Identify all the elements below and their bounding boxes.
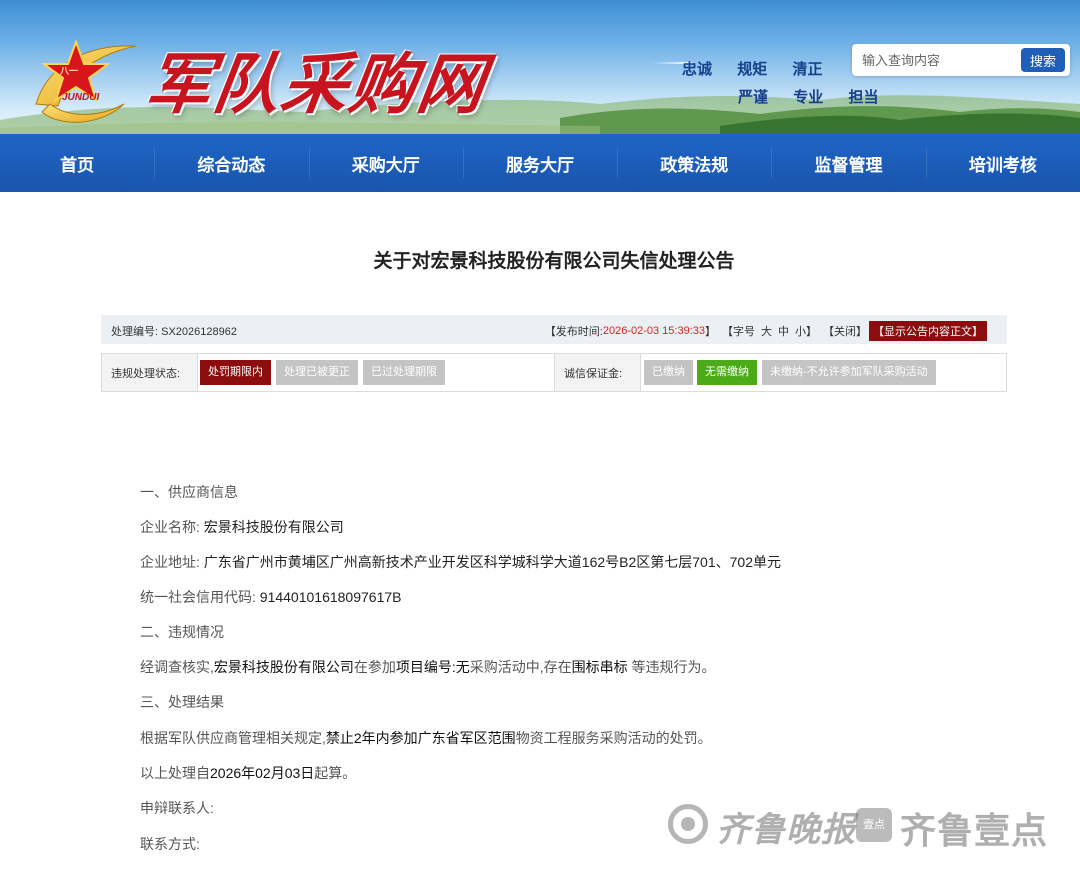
company-name-value: 宏景科技股份有限公司 <box>203 519 344 535</box>
watermark-text-app: 齐鲁壹点 <box>900 810 1049 851</box>
deposit-tag-paid: 已缴纳 <box>644 360 693 385</box>
credit-code-label: 统一社会信用代码: <box>140 589 256 605</box>
status-table: 违规处理状态: 处罚期限内 处理已被更正 已过处理期限 诚信保证金: 已缴纳 无… <box>101 353 1007 392</box>
notice-number-label: 处理编号: <box>111 326 159 338</box>
page-title: 关于对宏景科技股份有限公司失信处理公告 <box>373 251 735 272</box>
watermark: 齐鲁晚报 壹点 齐鲁壹点 <box>668 800 1048 851</box>
slogan-item: 专业 <box>793 88 824 106</box>
font-large-link[interactable]: 大 <box>761 323 772 339</box>
site-logo-text[interactable]: 军队采购网 <box>140 44 492 124</box>
search-input[interactable] <box>852 44 1018 76</box>
nav-item-home[interactable]: 首页 <box>0 134 154 192</box>
slogan-row-1: 忠诚 规矩 清正 <box>682 58 843 79</box>
deposit-label: 诚信保证金: <box>555 354 640 391</box>
violation-tag-corrected: 处理已被更正 <box>276 360 358 385</box>
search-box: 搜索 <box>852 44 1070 76</box>
watermark-text-newspaper: 齐鲁晚报 <box>716 810 856 850</box>
company-name-row: 企业名称: 宏景科技股份有限公司 <box>140 517 344 537</box>
violation-text: 经调查核实, <box>140 659 214 675</box>
slogan-item: 忠诚 <box>682 60 713 78</box>
emblem-text: JUNDUI <box>62 92 100 103</box>
watermark-logo-icon <box>668 804 708 844</box>
emblem-star-text: 八一 <box>60 66 79 76</box>
nav-item-procurement-hall[interactable]: 采购大厅 <box>308 134 463 192</box>
nav-item-supervision[interactable]: 监督管理 <box>771 134 925 192</box>
violation-tag-expired: 已过处理期限 <box>363 360 445 385</box>
violation-project-number: 项目编号:无 <box>395 659 470 675</box>
deposit-tag-not-required: 无需缴纳 <box>697 360 757 385</box>
nav-item-service-hall[interactable]: 服务大厅 <box>462 134 617 192</box>
font-small-link[interactable]: 小 <box>795 323 806 339</box>
company-name-label: 企业名称: <box>140 519 200 535</box>
close-link[interactable]: 【关闭】 <box>823 323 867 339</box>
font-size-close: 】 <box>806 326 817 338</box>
credit-code-value: 91440101618097617B <box>259 589 402 605</box>
violation-text: 在参加 <box>353 659 396 675</box>
result-paragraph: 根据军队供应商管理相关规定,禁止2年内参加广东省军区范围物资工程服务采购活动的处… <box>140 728 712 748</box>
nav-item-training[interactable]: 培训考核 <box>925 134 1080 192</box>
result-penalty: 禁止2年内参加广东省军区范围 <box>325 730 516 746</box>
violation-text: 等违规行为。 <box>627 659 716 675</box>
notice-meta-bar: 处理编号: SX2026128962 【发布时间: 2026-02-03 15:… <box>101 315 1007 344</box>
deposit-tag-unpaid: 未缴纳-不允许参加军队采购活动 <box>762 360 936 385</box>
search-button[interactable]: 搜索 <box>1021 48 1065 72</box>
slogan-item: 严谨 <box>738 88 769 106</box>
font-medium-link[interactable]: 中 <box>778 323 789 339</box>
notice-number: 处理编号: SX2026128962 <box>111 323 237 339</box>
company-address-row: 企业地址: 广东省广州市黄埔区广州高新技术产业开发区科学城科学大道162号B2区… <box>140 552 781 572</box>
violation-company: 宏景科技股份有限公司 <box>213 659 354 675</box>
nav-item-news[interactable]: 综合动态 <box>154 134 308 192</box>
violation-text: 采购活动中,存在 <box>469 659 572 675</box>
army-emblem-icon <box>35 39 137 123</box>
violation-tag-active: 处罚期限内 <box>200 360 271 385</box>
violation-paragraph: 经调查核实,宏景科技股份有限公司在参加项目编号:无采购活动中,存在围标串标 等违… <box>140 657 716 677</box>
company-address-value: 广东省广州市黄埔区广州高新技术产业开发区科学城科学大道162号B2区第七层701… <box>203 554 781 570</box>
section-supplier-info: 一、供应商信息 <box>140 484 238 500</box>
notice-meta-actions: 【发布时间: 2026-02-03 15:39:33 】 【字号 大 中 小 】… <box>545 321 987 341</box>
font-size-label: 【字号 <box>722 326 755 338</box>
show-content-button[interactable]: 【显示公告内容正文】 <box>869 321 987 341</box>
nav-item-policy[interactable]: 政策法规 <box>617 134 771 192</box>
publish-close: 】 <box>705 326 716 338</box>
main-nav: 首页 综合动态 采购大厅 服务大厅 政策法规 监督管理 培训考核 <box>0 134 1080 192</box>
slogan-item: 担当 <box>848 88 879 106</box>
publish-time: 2026-02-03 15:39:33 <box>602 325 705 337</box>
section-violation: 二、违规情况 <box>140 624 224 640</box>
section-result: 三、处理结果 <box>140 694 224 710</box>
company-address-label: 企业地址: <box>140 554 200 570</box>
start-date: 2026年02月03日 <box>210 765 315 781</box>
notice-number-value: SX2026128962 <box>161 326 237 338</box>
contact-method-label: 联系方式: <box>140 836 200 852</box>
publish-label: 【发布时间: <box>544 326 603 338</box>
violation-type: 围标串标 <box>571 659 628 675</box>
slogan-row-2: 严谨 专业 担当 <box>738 86 899 107</box>
start-text: 起算。 <box>314 765 357 781</box>
violation-status-label: 违规处理状态: <box>102 354 197 391</box>
start-text: 以上处理自 <box>140 765 210 781</box>
result-text: 根据军队供应商管理相关规定, <box>140 730 326 746</box>
slogan-item: 清正 <box>792 60 823 78</box>
watermark-badge: 壹点 <box>856 808 892 842</box>
slogan-item: 规矩 <box>737 60 768 78</box>
contact-person-label: 申辩联系人: <box>140 800 214 816</box>
header-banner: 八一 JUNDUI 军队采购网 忠诚 规矩 清正 严谨 专业 担当 搜索 <box>0 0 1080 134</box>
start-date-paragraph: 以上处理自2026年02月03日起算。 <box>140 763 356 783</box>
result-text: 物资工程服务采购活动的处罚。 <box>515 730 712 746</box>
credit-code-row: 统一社会信用代码: 91440101618097617B <box>140 587 401 607</box>
